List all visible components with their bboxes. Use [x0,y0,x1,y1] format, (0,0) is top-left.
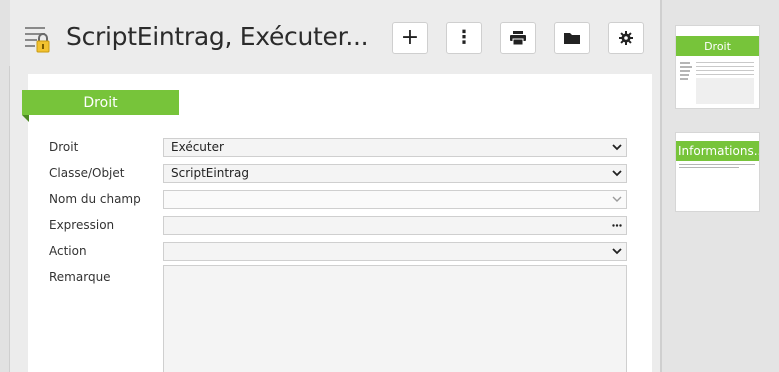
page-title: ScriptEintrag, Exécuter... [66,22,369,51]
chevron-down-icon[interactable] [607,243,626,260]
settings-button[interactable] [608,22,644,54]
plus-icon: + [400,25,420,50]
classe-objet-dropdown[interactable]: ScriptEintrag [163,164,627,183]
section-tab-droit: Droit [22,90,179,115]
nom-du-champ-dropdown[interactable] [163,190,627,209]
document-lock-icon [24,25,54,55]
print-button[interactable] [500,22,536,54]
thumbnail-tab: Informations... [676,141,759,161]
chevron-down-icon[interactable] [607,165,626,182]
nom-du-champ-label: Nom du champ [49,192,141,206]
classe-objet-label: Classe/Objet [49,166,125,180]
add-button[interactable]: + [392,22,428,54]
gear-icon [619,31,633,45]
thumbnail-droit[interactable]: Droit [675,25,760,109]
chevron-down-icon[interactable] [607,191,626,208]
droit-dropdown[interactable]: Exécuter [163,138,627,157]
folder-icon [564,32,580,44]
expression-label: Expression [49,218,115,232]
section-title: Droit [83,94,118,111]
thumbnail-tab: Droit [676,36,759,56]
expression-field[interactable] [163,216,627,235]
thumbnail-title: Informations... [678,144,759,158]
droit-value: Exécuter [171,140,224,154]
chevron-down-icon[interactable] [607,139,626,156]
droit-label: Droit [49,140,79,154]
classe-objet-value: ScriptEintrag [171,166,249,180]
section-tab-fold [22,115,29,122]
folder-button[interactable] [554,22,590,54]
printer-icon [510,31,526,45]
action-dropdown[interactable] [163,242,627,261]
vertical-ellipsis-icon: ⋮ [455,27,473,48]
remarque-label: Remarque [49,270,111,284]
thumbnail-title: Droit [704,39,731,53]
action-label: Action [49,244,87,258]
more-options-button[interactable]: ⋮ [446,22,482,54]
remarque-textarea[interactable] [163,265,627,372]
left-edge-line [9,66,10,372]
ellipsis-icon[interactable] [607,217,626,234]
thumbnail-informations[interactable]: Informations... [675,132,760,212]
